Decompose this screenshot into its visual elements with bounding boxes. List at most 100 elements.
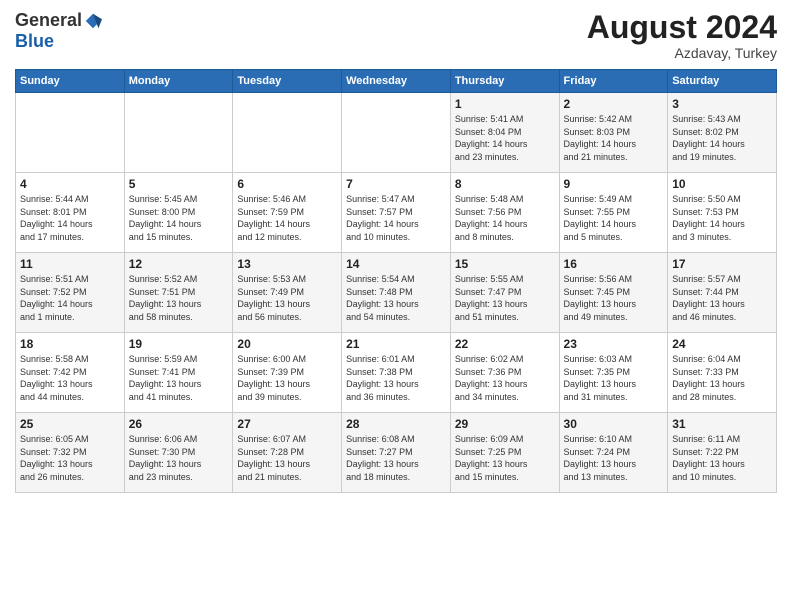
day-info: Sunrise: 5:48 AM Sunset: 7:56 PM Dayligh… xyxy=(455,193,555,243)
day-number: 11 xyxy=(20,257,120,271)
day-number: 31 xyxy=(672,417,772,431)
weekday-header-friday: Friday xyxy=(559,70,668,93)
day-number: 8 xyxy=(455,177,555,191)
day-cell: 4 Sunrise: 5:44 AM Sunset: 8:01 PM Daylig… xyxy=(16,173,125,253)
day-number: 27 xyxy=(237,417,337,431)
day-cell: 2 Sunrise: 5:42 AM Sunset: 8:03 PM Daylig… xyxy=(559,93,668,173)
day-info: Sunrise: 6:06 AM Sunset: 7:30 PM Dayligh… xyxy=(129,433,229,483)
day-number: 3 xyxy=(672,97,772,111)
logo-blue: Blue xyxy=(15,31,54,52)
day-cell: 21 Sunrise: 6:01 AM Sunset: 7:38 PM Dayli… xyxy=(342,333,451,413)
day-number: 21 xyxy=(346,337,446,351)
day-number: 23 xyxy=(564,337,664,351)
calendar-page: General Blue August 2024 Azdavay, Turkey… xyxy=(0,0,792,612)
week-row-5: 25 Sunrise: 6:05 AM Sunset: 7:32 PM Dayli… xyxy=(16,413,777,493)
day-number: 5 xyxy=(129,177,229,191)
day-info: Sunrise: 6:08 AM Sunset: 7:27 PM Dayligh… xyxy=(346,433,446,483)
day-number: 22 xyxy=(455,337,555,351)
weekday-header-row: SundayMondayTuesdayWednesdayThursdayFrid… xyxy=(16,70,777,93)
day-number: 24 xyxy=(672,337,772,351)
day-number: 1 xyxy=(455,97,555,111)
day-info: Sunrise: 5:42 AM Sunset: 8:03 PM Dayligh… xyxy=(564,113,664,163)
day-cell xyxy=(233,93,342,173)
day-cell: 14Sunrise: 5:54 AM Sunset: 7:48 PM Dayli… xyxy=(342,253,451,333)
day-cell: 22 Sunrise: 6:02 AM Sunset: 7:36 PM Dayli… xyxy=(450,333,559,413)
day-cell: 12Sunrise: 5:52 AM Sunset: 7:51 PM Dayli… xyxy=(124,253,233,333)
day-info: Sunrise: 5:51 AM Sunset: 7:52 PM Dayligh… xyxy=(20,273,120,323)
day-number: 14 xyxy=(346,257,446,271)
day-cell: 17 Sunrise: 5:57 AM Sunset: 7:44 PM Dayli… xyxy=(668,253,777,333)
day-cell: 8 Sunrise: 5:48 AM Sunset: 7:56 PM Daylig… xyxy=(450,173,559,253)
day-cell: 11 Sunrise: 5:51 AM Sunset: 7:52 PM Dayli… xyxy=(16,253,125,333)
week-row-4: 18Sunrise: 5:58 AM Sunset: 7:42 PM Dayli… xyxy=(16,333,777,413)
title-section: August 2024 Azdavay, Turkey xyxy=(587,10,777,61)
month-title: August 2024 xyxy=(587,10,777,45)
weekday-header-thursday: Thursday xyxy=(450,70,559,93)
day-info: Sunrise: 5:52 AM Sunset: 7:51 PM Dayligh… xyxy=(129,273,229,323)
day-number: 28 xyxy=(346,417,446,431)
day-number: 16 xyxy=(564,257,664,271)
day-info: Sunrise: 6:00 AM Sunset: 7:39 PM Dayligh… xyxy=(237,353,337,403)
day-cell: 20 Sunrise: 6:00 AM Sunset: 7:39 PM Dayli… xyxy=(233,333,342,413)
weekday-header-monday: Monday xyxy=(124,70,233,93)
day-cell: 24 Sunrise: 6:04 AM Sunset: 7:33 PM Dayli… xyxy=(668,333,777,413)
day-number: 30 xyxy=(564,417,664,431)
day-info: Sunrise: 5:45 AM Sunset: 8:00 PM Dayligh… xyxy=(129,193,229,243)
day-info: Sunrise: 6:04 AM Sunset: 7:33 PM Dayligh… xyxy=(672,353,772,403)
day-info: Sunrise: 5:50 AM Sunset: 7:53 PM Dayligh… xyxy=(672,193,772,243)
day-cell: 18Sunrise: 5:58 AM Sunset: 7:42 PM Dayli… xyxy=(16,333,125,413)
day-info: Sunrise: 5:57 AM Sunset: 7:44 PM Dayligh… xyxy=(672,273,772,323)
logo-icon xyxy=(84,12,102,30)
day-info: Sunrise: 6:10 AM Sunset: 7:24 PM Dayligh… xyxy=(564,433,664,483)
week-row-2: 4 Sunrise: 5:44 AM Sunset: 8:01 PM Daylig… xyxy=(16,173,777,253)
day-number: 2 xyxy=(564,97,664,111)
day-cell: 27 Sunrise: 6:07 AM Sunset: 7:28 PM Dayli… xyxy=(233,413,342,493)
day-cell: 29 Sunrise: 6:09 AM Sunset: 7:25 PM Dayli… xyxy=(450,413,559,493)
day-cell: 5 Sunrise: 5:45 AM Sunset: 8:00 PM Daylig… xyxy=(124,173,233,253)
day-number: 15 xyxy=(455,257,555,271)
day-cell xyxy=(124,93,233,173)
day-info: Sunrise: 5:46 AM Sunset: 7:59 PM Dayligh… xyxy=(237,193,337,243)
day-cell: 1 Sunrise: 5:41 AM Sunset: 8:04 PM Daylig… xyxy=(450,93,559,173)
weekday-header-wednesday: Wednesday xyxy=(342,70,451,93)
day-number: 29 xyxy=(455,417,555,431)
logo-text: General xyxy=(15,10,102,31)
day-cell: 28 Sunrise: 6:08 AM Sunset: 7:27 PM Dayli… xyxy=(342,413,451,493)
day-info: Sunrise: 6:09 AM Sunset: 7:25 PM Dayligh… xyxy=(455,433,555,483)
day-cell: 10Sunrise: 5:50 AM Sunset: 7:53 PM Dayli… xyxy=(668,173,777,253)
day-cell: 3Sunrise: 5:43 AM Sunset: 8:02 PM Daylig… xyxy=(668,93,777,173)
day-number: 20 xyxy=(237,337,337,351)
day-number: 9 xyxy=(564,177,664,191)
day-number: 4 xyxy=(20,177,120,191)
day-number: 17 xyxy=(672,257,772,271)
day-info: Sunrise: 6:07 AM Sunset: 7:28 PM Dayligh… xyxy=(237,433,337,483)
day-number: 7 xyxy=(346,177,446,191)
week-row-3: 11 Sunrise: 5:51 AM Sunset: 7:52 PM Dayli… xyxy=(16,253,777,333)
day-info: Sunrise: 5:59 AM Sunset: 7:41 PM Dayligh… xyxy=(129,353,229,403)
weekday-header-tuesday: Tuesday xyxy=(233,70,342,93)
day-info: Sunrise: 6:02 AM Sunset: 7:36 PM Dayligh… xyxy=(455,353,555,403)
logo: General Blue xyxy=(15,10,102,52)
week-row-1: 1 Sunrise: 5:41 AM Sunset: 8:04 PM Daylig… xyxy=(16,93,777,173)
day-number: 18 xyxy=(20,337,120,351)
day-cell: 30 Sunrise: 6:10 AM Sunset: 7:24 PM Dayli… xyxy=(559,413,668,493)
day-cell: 7Sunrise: 5:47 AM Sunset: 7:57 PM Daylig… xyxy=(342,173,451,253)
day-cell xyxy=(342,93,451,173)
day-cell xyxy=(16,93,125,173)
day-number: 25 xyxy=(20,417,120,431)
day-info: Sunrise: 6:01 AM Sunset: 7:38 PM Dayligh… xyxy=(346,353,446,403)
day-info: Sunrise: 5:41 AM Sunset: 8:04 PM Dayligh… xyxy=(455,113,555,163)
weekday-header-sunday: Sunday xyxy=(16,70,125,93)
day-cell: 13Sunrise: 5:53 AM Sunset: 7:49 PM Dayli… xyxy=(233,253,342,333)
day-info: Sunrise: 6:03 AM Sunset: 7:35 PM Dayligh… xyxy=(564,353,664,403)
day-info: Sunrise: 5:49 AM Sunset: 7:55 PM Dayligh… xyxy=(564,193,664,243)
day-info: Sunrise: 5:55 AM Sunset: 7:47 PM Dayligh… xyxy=(455,273,555,323)
day-info: Sunrise: 5:53 AM Sunset: 7:49 PM Dayligh… xyxy=(237,273,337,323)
weekday-header-saturday: Saturday xyxy=(668,70,777,93)
logo-general: General xyxy=(15,10,82,31)
day-cell: 16Sunrise: 5:56 AM Sunset: 7:45 PM Dayli… xyxy=(559,253,668,333)
day-cell: 23 Sunrise: 6:03 AM Sunset: 7:35 PM Dayli… xyxy=(559,333,668,413)
day-info: Sunrise: 6:05 AM Sunset: 7:32 PM Dayligh… xyxy=(20,433,120,483)
day-info: Sunrise: 5:44 AM Sunset: 8:01 PM Dayligh… xyxy=(20,193,120,243)
day-cell: 9 Sunrise: 5:49 AM Sunset: 7:55 PM Daylig… xyxy=(559,173,668,253)
